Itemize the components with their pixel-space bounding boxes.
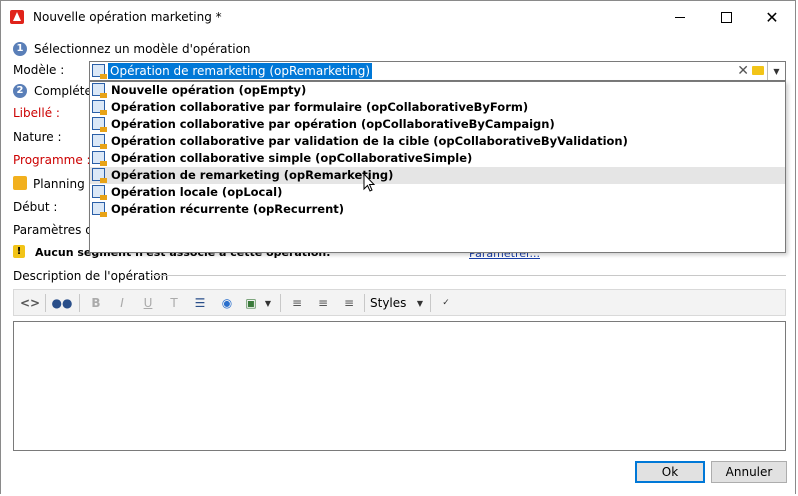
folder-icon[interactable] bbox=[752, 66, 764, 75]
editor-toolbar: <> ●● B I U T ☰ ◉ ▣ ▼ ≡ ≡ ≡ Styles ▼ ✓ bbox=[13, 289, 786, 316]
operation-template-icon bbox=[92, 185, 107, 200]
operation-template-icon bbox=[92, 100, 107, 115]
dropdown-item-opLocal[interactable]: Opération locale (opLocal) bbox=[90, 184, 785, 201]
dropdown-item-label: Opération de remarketing (opRemarketing) bbox=[111, 168, 394, 182]
toolbar-separator bbox=[430, 294, 431, 312]
description-label: Description de l'opération bbox=[13, 269, 169, 283]
close-icon: ✕ bbox=[765, 7, 779, 27]
bullet-list-icon[interactable]: ☰ bbox=[191, 294, 209, 312]
align-center-icon[interactable]: ≡ bbox=[314, 294, 332, 312]
mouse-cursor-icon bbox=[363, 173, 376, 192]
debut-label: Début : bbox=[13, 200, 58, 214]
italic-icon[interactable]: I bbox=[113, 294, 131, 312]
styles-chevron-down-icon[interactable]: ▼ bbox=[414, 294, 426, 312]
align-left-icon[interactable]: ≡ bbox=[288, 294, 306, 312]
dropdown-item-opCollaborativeByCampaign[interactable]: Opération collaborative par opération (o… bbox=[90, 116, 785, 133]
dropdown-item-opCollaborativeByForm[interactable]: Opération collaborative par formulaire (… bbox=[90, 99, 785, 116]
description-editor[interactable] bbox=[13, 321, 786, 451]
align-right-icon[interactable]: ≡ bbox=[340, 294, 358, 312]
dropdown-item-label: Opération collaborative simple (opCollab… bbox=[111, 151, 473, 165]
operation-template-icon bbox=[92, 64, 107, 79]
spellcheck-icon[interactable]: ✓ bbox=[436, 294, 456, 312]
description-divider bbox=[151, 275, 786, 276]
window-title: Nouvelle opération marketing * bbox=[33, 10, 222, 24]
libelle-label: Libellé : bbox=[13, 106, 60, 120]
source-code-icon[interactable]: <> bbox=[20, 294, 40, 312]
toolbar-separator bbox=[280, 294, 281, 312]
operation-template-icon bbox=[92, 202, 107, 217]
dropdown-item-opCollaborativeByValidation[interactable]: Opération collaborative par validation d… bbox=[90, 133, 785, 150]
maximize-icon bbox=[720, 11, 732, 23]
model-label: Modèle : bbox=[13, 63, 65, 77]
programme-label: Programme : bbox=[13, 153, 91, 167]
close-button[interactable]: ✕ bbox=[749, 1, 795, 33]
dropdown-item-label: Opération locale (opLocal) bbox=[111, 185, 283, 199]
dropdown-item-label: Opération collaborative par opération (o… bbox=[111, 117, 555, 131]
minimize-button[interactable] bbox=[657, 1, 703, 33]
maximize-button[interactable] bbox=[703, 1, 749, 33]
operation-template-icon bbox=[92, 134, 107, 149]
styles-dropdown[interactable]: Styles bbox=[370, 294, 414, 312]
toolbar-separator bbox=[364, 294, 365, 312]
image-dropdown-chevron-icon[interactable]: ▼ bbox=[262, 294, 274, 312]
underline-icon[interactable]: U bbox=[139, 294, 157, 312]
step-1-badge: 1 bbox=[13, 42, 27, 56]
model-dropdown-list: Nouvelle opération (opEmpty) Opération c… bbox=[89, 81, 786, 253]
dialog-content: 1 Sélectionnez un modèle d'opération Mod… bbox=[1, 33, 795, 495]
dropdown-item-label: Nouvelle opération (opEmpty) bbox=[111, 83, 307, 97]
title-bar: Nouvelle opération marketing * ✕ bbox=[1, 1, 795, 33]
model-selected-value: Opération de remarketing (opRemarketing) bbox=[108, 63, 373, 79]
operation-template-icon bbox=[92, 168, 107, 183]
planning-label: Planning bbox=[33, 177, 85, 191]
cancel-button[interactable]: Annuler bbox=[711, 461, 787, 483]
dropdown-item-opEmpty[interactable]: Nouvelle opération (opEmpty) bbox=[90, 82, 785, 99]
find-binoculars-icon[interactable]: ●● bbox=[51, 294, 73, 312]
nature-label: Nature : bbox=[13, 130, 62, 144]
step-1-label: Sélectionnez un modèle d'opération bbox=[34, 42, 251, 56]
dropdown-item-label: Opération collaborative par formulaire (… bbox=[111, 100, 529, 114]
operation-template-icon bbox=[92, 151, 107, 166]
dropdown-item-label: Opération récurrente (opRecurrent) bbox=[111, 202, 345, 216]
toolbar-separator bbox=[79, 294, 80, 312]
ok-button[interactable]: Ok bbox=[635, 461, 705, 483]
dropdown-item-opRemarketing[interactable]: Opération de remarketing (opRemarketing) bbox=[90, 167, 785, 184]
warning-icon: ! bbox=[13, 245, 25, 258]
clear-icon[interactable]: ✕ bbox=[737, 62, 749, 80]
insert-link-icon[interactable]: ◉ bbox=[218, 294, 236, 312]
dialog-window: Nouvelle opération marketing * ✕ 1 Sélec… bbox=[0, 0, 796, 495]
chevron-down-icon[interactable]: ▼ bbox=[767, 62, 785, 80]
calendar-icon bbox=[13, 176, 27, 190]
bold-icon[interactable]: B bbox=[87, 294, 105, 312]
operation-template-icon bbox=[92, 117, 107, 132]
insert-image-icon[interactable]: ▣ bbox=[242, 294, 260, 312]
parametres-label: Paramètres de bbox=[13, 223, 101, 237]
dropdown-item-opRecurrent[interactable]: Opération récurrente (opRecurrent) bbox=[90, 201, 785, 218]
adobe-app-icon bbox=[10, 10, 24, 24]
clear-format-icon[interactable]: T bbox=[165, 294, 183, 312]
step-2-badge: 2 bbox=[13, 84, 27, 98]
minimize-icon bbox=[675, 16, 685, 18]
dropdown-item-opCollaborativeSimple[interactable]: Opération collaborative simple (opCollab… bbox=[90, 150, 785, 167]
operation-template-icon bbox=[92, 83, 107, 98]
dropdown-item-label: Opération collaborative par validation d… bbox=[111, 134, 628, 148]
toolbar-separator bbox=[45, 294, 46, 312]
model-combobox[interactable]: Opération de remarketing (opRemarketing)… bbox=[89, 61, 786, 81]
